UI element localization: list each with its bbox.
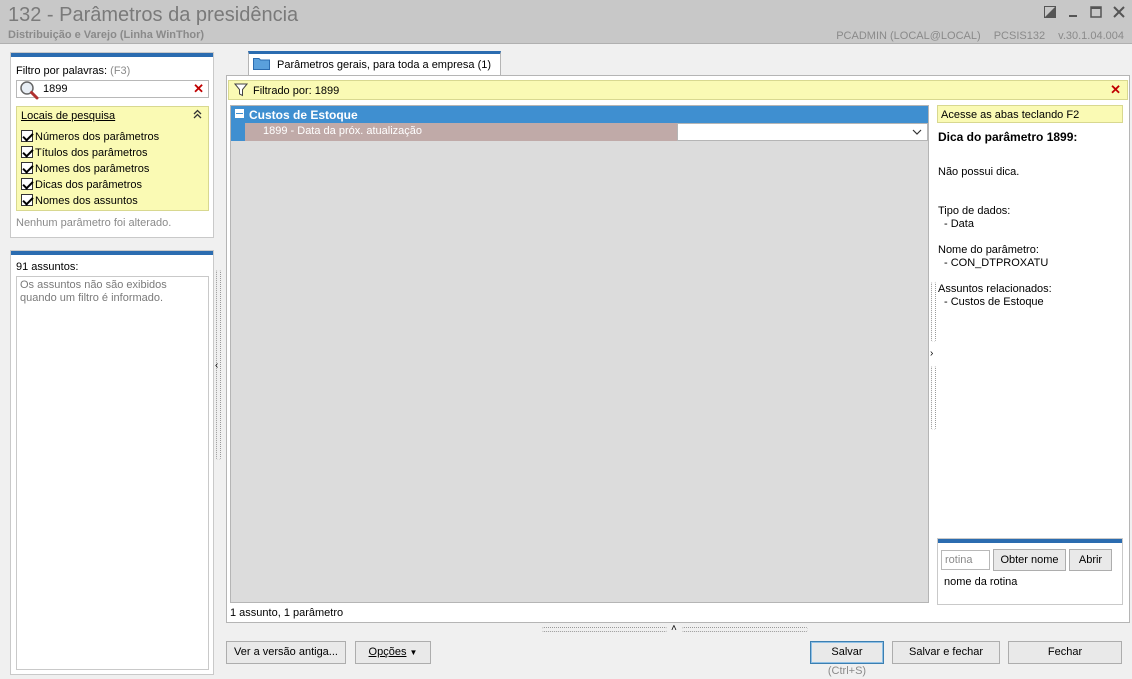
collapse-icon[interactable] (193, 109, 202, 122)
options-label: Opções (368, 646, 407, 658)
old-version-button[interactable]: Ver a versão antiga... (226, 641, 346, 664)
panel-accent-bar (938, 539, 1122, 543)
rotina-name-caption: nome da rotina (944, 576, 1018, 588)
param-value-dropdown[interactable] (677, 123, 928, 141)
save-and-close-button[interactable]: Salvar e fechar (892, 641, 1000, 664)
rotina-input[interactable]: rotina (941, 550, 990, 570)
checkbox-checked-icon (21, 178, 33, 190)
related-label: Assuntos relacionados: (938, 283, 1052, 295)
row-indent (231, 123, 245, 141)
program-label: PCSIS132 (993, 30, 1046, 42)
change-status: Nenhum parâmetro foi alterado. (16, 217, 172, 229)
save-shortcut: (Ctrl+S) (827, 665, 867, 677)
title-bar: 132 - Parâmetros da presidência Distribu… (0, 0, 1132, 44)
close-button[interactable]: Fechar (1008, 641, 1122, 664)
tab-general-params[interactable]: Parâmetros gerais, para toda a empresa (… (248, 51, 501, 76)
funnel-icon (233, 83, 249, 97)
grid-status: 1 assunto, 1 parâmetro (230, 607, 344, 619)
save-button[interactable]: Salvar (810, 641, 884, 664)
related-value: - Custos de Estoque (944, 296, 1044, 308)
search-locations: Locais de pesquisa Números dos parâmetro… (16, 106, 209, 211)
filter-bar-label: Filtrado por: 1899 (253, 85, 340, 97)
search-locations-title: Locais de pesquisa (21, 110, 116, 122)
collapse-group-icon[interactable] (235, 109, 244, 118)
window-title: 132 - Parâmetros da presidência (8, 4, 299, 26)
group-label: Custos de Estoque (249, 108, 358, 122)
checkbox-param-titles[interactable]: Títulos dos parâmetros (21, 146, 148, 162)
checkbox-checked-icon (21, 162, 33, 174)
filter-bar: Filtrado por: 1899 ✕ (228, 80, 1128, 100)
tip-text: Não possui dica. (938, 166, 1020, 178)
collapse-right-icon[interactable]: › (930, 348, 933, 359)
search-icon (19, 80, 39, 100)
collapse-left-icon[interactable]: ‹ (215, 360, 218, 371)
table-row[interactable]: 1899 - Data da próx. atualização (231, 123, 928, 141)
checkbox-checked-icon (21, 130, 33, 142)
checkbox-param-tips[interactable]: Dicas dos parâmetros (21, 178, 142, 194)
search-value: 1899 (43, 83, 68, 95)
minimize-icon[interactable] (1064, 4, 1082, 22)
clear-filter-icon[interactable]: ✕ (1110, 82, 1121, 98)
group-row[interactable]: Custos de Estoque (231, 106, 928, 123)
content-area: Filtrado por: 1899 ✕ Custos de Estoque 1… (226, 75, 1130, 623)
checkbox-param-names[interactable]: Nomes dos parâmetros (21, 162, 149, 178)
rotina-panel: rotina Obter nome Abrir nome da rotina (937, 538, 1123, 605)
window-subtitle: Distribuição e Varejo (Linha WinThor) (8, 29, 205, 41)
user-label: PCADMIN (LOCAL@LOCAL) (836, 30, 981, 42)
param-name-label: Nome do parâmetro: (938, 244, 1039, 256)
close-window-icon[interactable] (1110, 4, 1128, 22)
search-input[interactable]: 1899 ✕ (16, 80, 209, 100)
bottom-splitter-left[interactable] (542, 627, 667, 632)
filter-shortcut: (F3) (110, 65, 131, 77)
params-grid: Custos de Estoque 1899 - Data da próx. a… (230, 105, 929, 603)
restore-icon[interactable] (1041, 4, 1059, 22)
right-splitter-handle-bottom[interactable] (931, 366, 936, 430)
checkbox-param-numbers[interactable]: Números dos parâmetros (21, 130, 159, 146)
right-splitter-handle-top[interactable] (931, 282, 936, 342)
data-type-label: Tipo de dados: (938, 205, 1011, 217)
tabs-hint: Acesse as abas teclando F2 (937, 105, 1123, 123)
subjects-list[interactable]: Os assuntos não são exibidos quando um f… (16, 276, 209, 670)
subjects-count: 91 assuntos: (16, 261, 79, 273)
data-type-value: - Data (944, 218, 974, 230)
tip-title: Dica do parâmetro 1899: (938, 130, 1078, 144)
bottom-splitter-right[interactable] (682, 627, 808, 632)
collapse-bottom-icon[interactable]: ˄ (671, 623, 677, 634)
tab-count: (1) (477, 59, 492, 71)
filter-label: Filtro por palavras: (F3) (16, 65, 131, 77)
get-name-button[interactable]: Obter nome (993, 549, 1066, 571)
options-button[interactable]: Opções ▼ (355, 641, 431, 664)
session-info: PCADMIN (LOCAL@LOCAL) PCSIS132 v.30.1.04… (826, 30, 1124, 42)
panel-accent-bar (11, 53, 213, 57)
param-name-value: - CON_DTPROXATU (944, 257, 1049, 269)
tab-label: Parâmetros gerais, para toda a empresa (277, 59, 475, 71)
clear-search-icon[interactable]: ✕ (193, 81, 204, 97)
caret-down-icon: ▼ (409, 648, 418, 657)
open-button[interactable]: Abrir (1069, 549, 1112, 571)
subjects-panel: 91 assuntos: Os assuntos não são exibido… (10, 250, 214, 675)
chevron-down-icon[interactable] (910, 125, 924, 139)
panel-accent-bar (11, 251, 213, 255)
folder-icon (253, 57, 270, 70)
checkbox-checked-icon (21, 146, 33, 158)
version-label: v.30.1.04.004 (1058, 30, 1124, 42)
maximize-icon[interactable] (1087, 4, 1105, 22)
checkbox-subject-names[interactable]: Nomes dos assuntos (21, 194, 138, 210)
filter-panel: Filtro por palavras: (F3) 1899 ✕ Locais … (10, 52, 214, 238)
checkbox-checked-icon (21, 194, 33, 206)
param-name-cell: 1899 - Data da próx. atualização (245, 123, 677, 141)
